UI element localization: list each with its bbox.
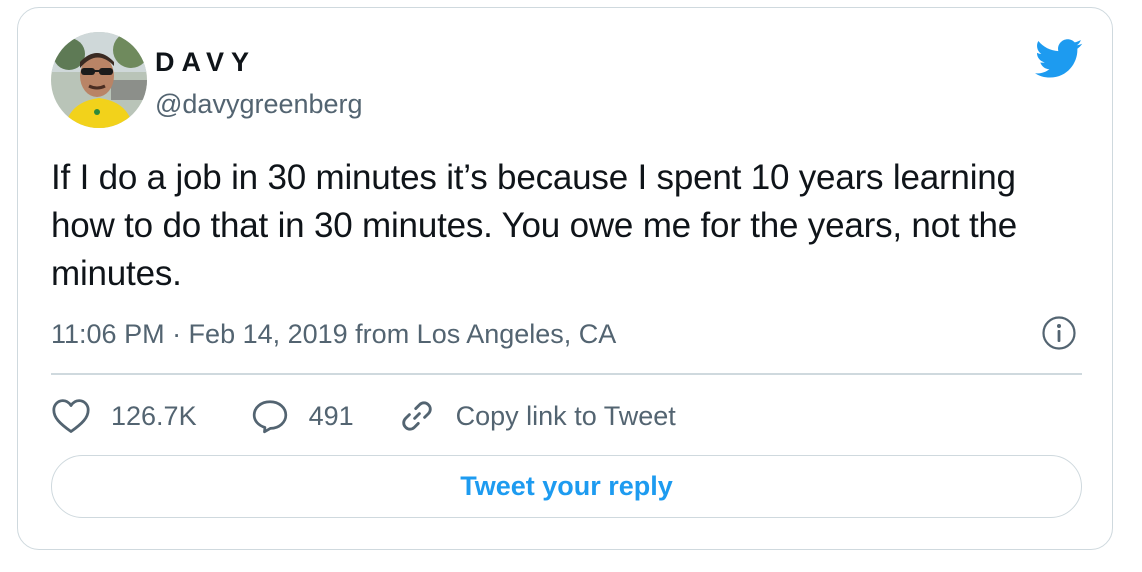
like-count: 126.7K [111, 401, 197, 431]
avatar-photo [51, 32, 147, 128]
tweet-your-reply-button[interactable]: Tweet your reply [51, 455, 1082, 518]
avatar[interactable] [51, 32, 147, 128]
speech-bubble-icon [251, 398, 289, 434]
action-bar: 126.7K 491 Copy link to Tweet [51, 396, 676, 436]
reply-button[interactable]: 491 [251, 398, 354, 434]
heart-icon [51, 398, 91, 434]
like-button[interactable]: 126.7K [51, 398, 197, 434]
user-handle[interactable]: @davygreenberg [155, 88, 363, 120]
copy-link-label: Copy link to Tweet [455, 401, 676, 431]
display-name[interactable]: DAVY [155, 46, 256, 78]
reply-count: 491 [308, 401, 354, 431]
tweet-text: If I do a job in 30 minutes it’s because… [51, 158, 1018, 293]
link-icon [398, 397, 436, 435]
tweet-timestamp-location[interactable]: 11:06 PM · Feb 14, 2019 from Los Angeles… [51, 318, 616, 350]
twitter-bird-icon[interactable] [1035, 39, 1083, 79]
divider [51, 373, 1082, 375]
info-icon[interactable] [1041, 315, 1077, 351]
tweet-card: DAVY @davygreenberg If I do a job in 30 … [17, 7, 1113, 550]
copy-link-button[interactable]: Copy link to Tweet [398, 397, 676, 435]
